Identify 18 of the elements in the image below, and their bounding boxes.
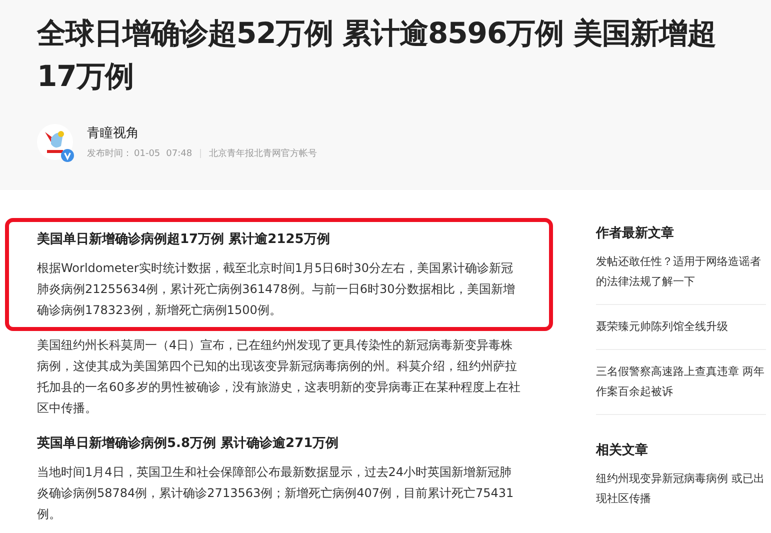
article-link[interactable]: 聂荣臻元帅陈列馆全线升级 (596, 317, 766, 350)
article-link[interactable]: 发帖还敢任性？适用于网络造谣者的法律法规了解一下 (596, 252, 766, 305)
paragraph: 美国纽约州长科莫周一（4日）宣布，已在纽约州发现了更具传染性的新冠病毒新变异毒株病例，这使其成为美国第四个已知的出现该变异新冠病毒病例的州。科莫介绍，纽约州萨拉托加县的一名60多岁的男性被确诊，没有旅游史，这表明新的变异病毒正在某种程度上在社区中传播。 (37, 337, 522, 417)
publish-time: 07:48 (166, 148, 192, 158)
section-heading: 美国单日新增确诊病例超17万例 累计逾2125万例 (37, 230, 331, 249)
article-title: 全球日增确诊超52万例 累计逾8596万例 美国新增超17万例 (37, 15, 717, 95)
source-label: 北京青年报北青网官方帐号 (209, 148, 318, 160)
publish-date: 01-05 (134, 148, 160, 158)
article-link[interactable]: 纽约州现变异新冠病毒病例 或已出现社区传播 (596, 469, 766, 521)
author-name[interactable]: 青瞳视角 (87, 124, 318, 142)
sidebar-heading: 相关文章 (596, 442, 649, 459)
avatar-logo-icon (37, 124, 73, 160)
publish-label: 发布时间： (87, 148, 132, 160)
article-link[interactable]: 三名假警察高速路上查真违章 两年作案百余起被诉 (596, 362, 766, 415)
paragraph: 当地时间1月4日，英国卫生和社会保障部公布最新数据显示，过去24小时英国新增新冠肺炎确诊病例58784例，累计确诊2713563例；新增死亡病例407例，目前累计死亡75431例。 (37, 464, 515, 523)
section-heading: 英国单日新增确诊病例5.8万例 累计确诊逾271万例 (37, 434, 340, 453)
sidebar-heading: 作者最新文章 (596, 224, 675, 242)
paragraph: 根据Worldometer实时统计数据，截至北京时间1月5日6时30分左右，美国累计确诊新冠肺炎病例21255634例，累计死亡病例361478例。与前一日6时30分数据相比，美国新增确诊病例178323例，新增死亡病例1500例。 (37, 260, 516, 319)
